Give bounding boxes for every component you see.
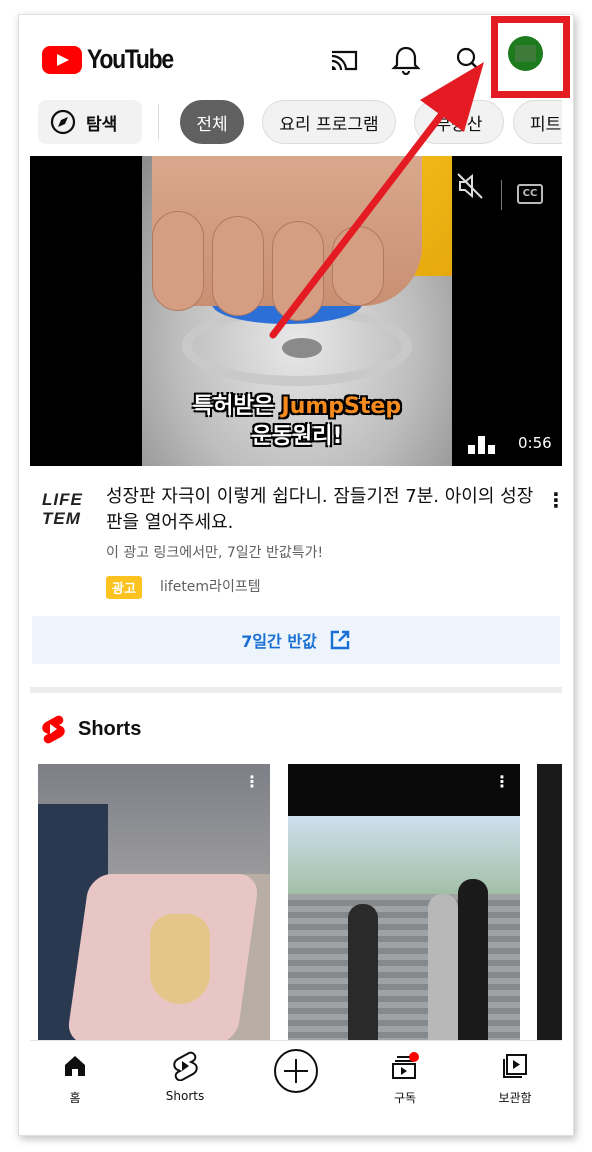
captions-icon[interactable]: CC (517, 184, 543, 204)
nav-library[interactable]: 보관함 (470, 1049, 560, 1106)
nav-shorts[interactable]: Shorts (140, 1049, 230, 1103)
shorts-title: Shorts (78, 717, 142, 740)
ad-title[interactable]: 성장판 자극이 이렇게 쉽다니. 잠들기전 7분. 아이의 성장판을 열어주세요… (106, 484, 536, 536)
nav-label: 홈 (69, 1091, 81, 1105)
ad-stats-icon (468, 434, 498, 454)
video-thumbnail: 특허받은 JumpStep 운동원리! (142, 156, 452, 466)
ad-subtitle: 이 광고 링크에서만, 7일간 반값특가! (106, 545, 324, 561)
library-icon (503, 1054, 527, 1078)
more-options-icon[interactable]: ⋮ (546, 488, 562, 512)
advertiser-name: lifetem라이프템 (160, 579, 261, 595)
youtube-play-icon (42, 45, 82, 74)
section-separator (30, 687, 562, 693)
nav-home[interactable]: 홈 (30, 1049, 120, 1106)
youtube-logo[interactable]: YouTube (42, 44, 188, 75)
youtube-screen: YouTube 탐색 전체 요리 프로그램 부동산 피트 특허받은 JumpSt… (30, 30, 562, 1122)
bell-icon[interactable] (388, 42, 424, 78)
chip-real-estate[interactable]: 부동산 (414, 100, 504, 144)
cast-icon[interactable] (326, 42, 362, 78)
ad-badge: 광고 (106, 576, 142, 599)
home-icon (65, 1056, 85, 1076)
video-caption-line1: 특허받은 JumpStep (192, 394, 402, 419)
puppy-image (150, 914, 210, 1004)
muted-speaker-icon[interactable] (454, 170, 486, 202)
cta-label: 7일간 반값 (241, 632, 317, 651)
chip-cooking[interactable]: 요리 프로그램 (262, 100, 396, 144)
create-icon (274, 1049, 318, 1093)
nav-label: 보관함 (498, 1091, 532, 1105)
video-duration: 0:56 (518, 434, 552, 452)
controls-divider (501, 180, 502, 210)
subscriptions-icon (392, 1052, 419, 1079)
category-chips-bar: 탐색 전체 요리 프로그램 부동산 피트 (30, 98, 562, 146)
ad-info[interactable]: LIFE TEM 성장판 자극이 이렇게 쉽다니. 잠들기전 7분. 아이의 성장… (30, 476, 562, 606)
chip-all[interactable]: 전체 (180, 100, 244, 144)
explore-button[interactable]: 탐색 (38, 100, 142, 144)
nav-create[interactable] (251, 1047, 341, 1095)
chips-divider (158, 104, 159, 140)
shorts-icon (173, 1051, 198, 1081)
shorts-card[interactable]: ⋮ (38, 764, 270, 1044)
chip-fitness[interactable]: 피트 (513, 100, 562, 144)
compass-icon (50, 109, 76, 135)
nav-subscriptions[interactable]: 구독 (360, 1049, 450, 1106)
shorts-card-partial[interactable] (537, 764, 562, 1044)
avatar[interactable] (508, 36, 543, 71)
shorts-header: Shorts (40, 714, 141, 744)
video-caption-line2: 운동원리! (251, 424, 343, 449)
bottom-navigation: 홈 Shorts 구독 보관함 (30, 1040, 562, 1122)
logo-text: YouTube (87, 44, 174, 74)
search-icon[interactable] (450, 42, 486, 78)
advertiser-logo[interactable]: LIFE TEM (42, 490, 83, 528)
video-ad-player[interactable]: 특허받은 JumpStep 운동원리! CC 0:56 (30, 156, 562, 466)
short-more-icon[interactable]: ⋮ (244, 772, 260, 791)
nav-label: Shorts (165, 1089, 205, 1103)
shorts-logo-icon (42, 715, 65, 744)
short-more-icon[interactable]: ⋮ (494, 772, 510, 791)
top-app-bar: YouTube (30, 30, 562, 90)
explore-label: 탐색 (86, 114, 118, 135)
nav-label: 구독 (393, 1091, 417, 1105)
avatar-highlight-box (491, 16, 570, 98)
external-link-icon (330, 630, 349, 650)
shorts-card[interactable]: ⋮ (288, 764, 520, 1044)
ad-cta-button[interactable]: 7일간 반값 (32, 616, 560, 664)
